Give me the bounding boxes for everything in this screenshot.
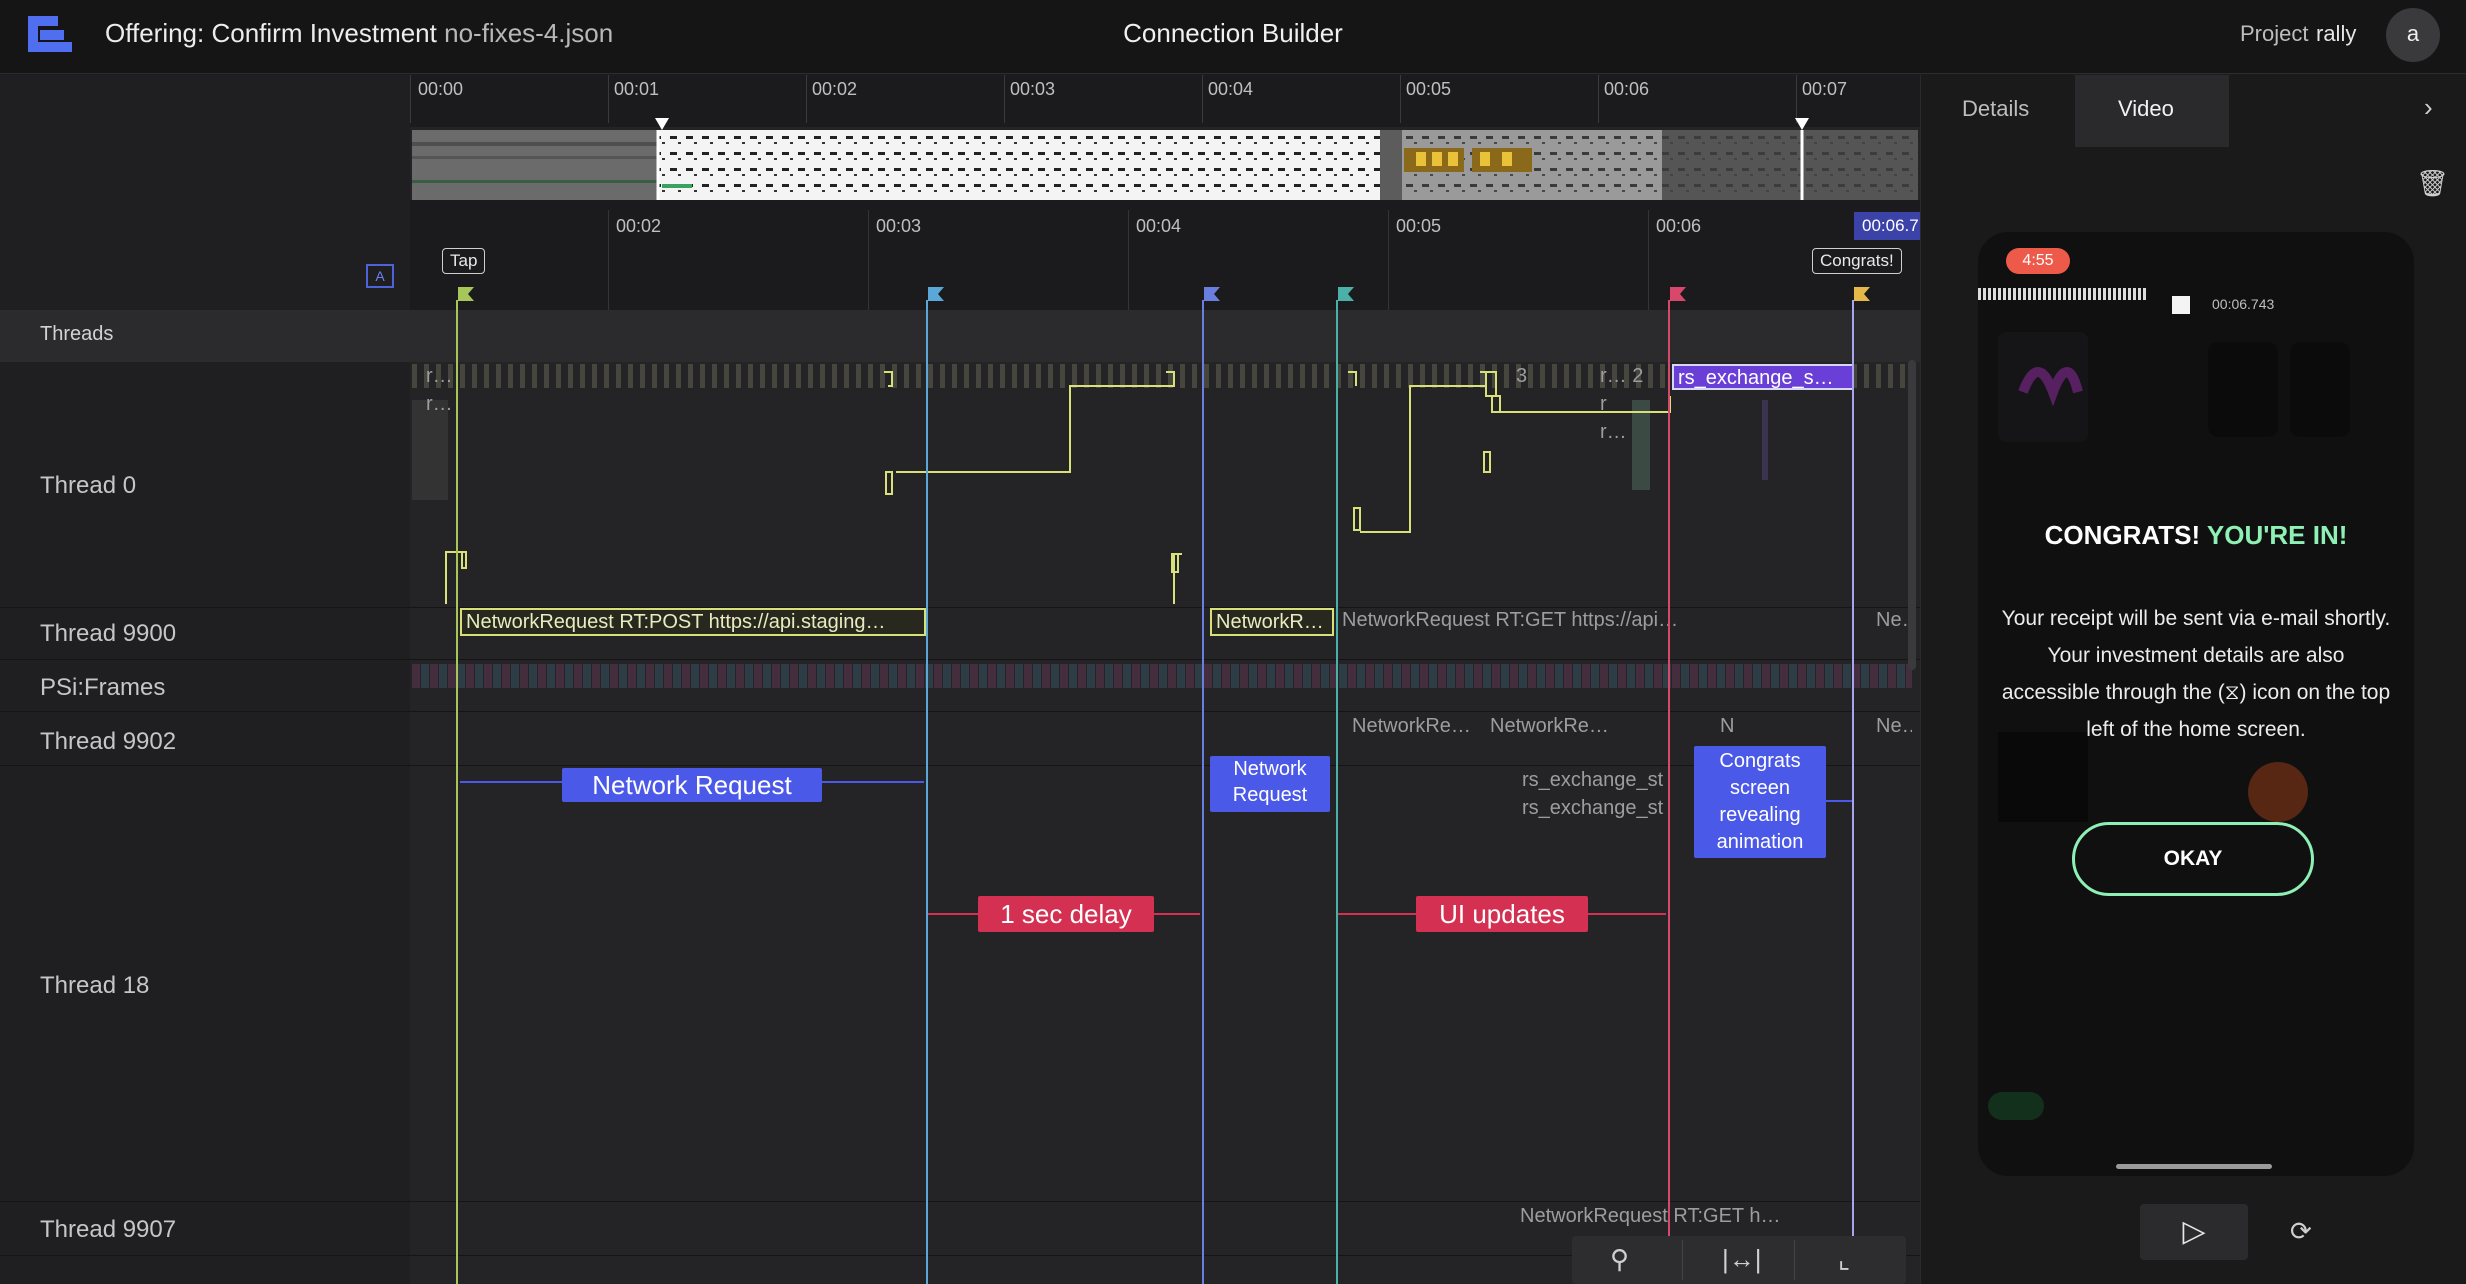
loop-icon[interactable]: ⟳ xyxy=(2290,1216,2312,1247)
video-filmstrip[interactable] xyxy=(412,130,1918,200)
thread9902-slice[interactable]: NetworkRe… xyxy=(1348,714,1482,742)
congrats-flag-icon[interactable] xyxy=(1852,285,1872,305)
marker-flag-icon[interactable] xyxy=(926,285,946,305)
thread0-depth-chart xyxy=(445,371,1671,604)
congrats-span xyxy=(1826,800,1852,802)
marker-line xyxy=(1336,300,1338,1284)
trash-icon[interactable]: 🗑 xyxy=(2416,168,2449,199)
avatar[interactable]: a xyxy=(2386,8,2440,62)
tab-details[interactable]: Details xyxy=(1962,96,2029,122)
thread0-slice[interactable]: r xyxy=(1596,392,1622,416)
page-title-prefix: Offering: Confirm Investment xyxy=(105,18,437,48)
thread9907-slice[interactable]: NetworkRequest RT:GET h… xyxy=(1516,1204,1806,1232)
chevron-right-icon[interactable]: › xyxy=(2424,92,2433,123)
range-end-handle[interactable] xyxy=(1795,118,1809,130)
thread9900-slice[interactable]: NetworkR… xyxy=(1210,608,1334,636)
thread0-slice[interactable]: r… xyxy=(422,392,450,416)
file-name: no-fixes-4.json xyxy=(444,18,614,48)
row-label-psi-frames: PSi:Frames xyxy=(40,674,166,701)
range-start-handle[interactable] xyxy=(655,118,669,130)
project-label: Project xyxy=(2240,21,2309,46)
congrats-marker-line xyxy=(1852,300,1854,1284)
ruler-tick: 00:05 xyxy=(1396,216,1442,236)
thread9902-slice[interactable]: N xyxy=(1716,714,1744,742)
thread0-slice[interactable]: r… 2 xyxy=(1596,364,1646,388)
app-logo-icon[interactable] xyxy=(26,14,74,54)
ruler-tick: 00:02 xyxy=(616,216,662,236)
phone-status-time: 4:55 xyxy=(2006,248,2070,274)
tap-marker[interactable]: Tap xyxy=(442,248,486,274)
marker-flag-icon[interactable] xyxy=(1336,285,1356,305)
marker-line xyxy=(1202,300,1204,1284)
congrats-body: Your receipt will be sent via e-mail sho… xyxy=(2001,607,2391,741)
congrats-marker[interactable]: Congrats! xyxy=(1812,248,1902,274)
okay-button[interactable]: OKAY xyxy=(2072,822,2314,896)
ruler-tick: 00:06 xyxy=(1604,79,1650,99)
thread9900-slice[interactable]: Ne… xyxy=(1872,608,1912,636)
thread-row[interactable] xyxy=(0,712,1920,766)
thread0-slice[interactable]: rs_exchange_s… xyxy=(1672,364,1854,390)
thread9900-slice[interactable]: NetworkRequest RT:GET https://api… xyxy=(1338,608,1718,636)
page-title: Offering: Confirm Investment no-fixes-4.… xyxy=(105,18,613,49)
ui-updates-annotation[interactable]: UI updates xyxy=(1416,896,1588,932)
ruler-tick: 00:00 xyxy=(418,79,464,99)
thread-row[interactable] xyxy=(0,766,1920,1202)
ruler-tick: 00:02 xyxy=(812,79,858,99)
congrats-title: CONGRATS! YOU'RE IN! xyxy=(1978,520,2414,551)
network-request-annotation[interactable]: Network Request xyxy=(562,768,822,802)
marker-line xyxy=(1668,300,1670,1284)
play-icon[interactable]: ▷ xyxy=(2140,1204,2248,1260)
ruler-tick: 00:07 xyxy=(1802,79,1848,99)
frame-checkbox[interactable] xyxy=(2172,296,2190,314)
fit-range-icon[interactable]: |↔| xyxy=(1722,1244,1762,1275)
thread9900-slice[interactable]: NetworkRequest RT:POST https://api.stagi… xyxy=(460,608,926,636)
project-name[interactable]: rally xyxy=(2316,21,2356,47)
marker-flag-icon[interactable] xyxy=(1668,285,1688,305)
zoom-search-icon[interactable]: ⚲ xyxy=(1610,1244,1629,1275)
home-indicator xyxy=(2116,1164,2272,1169)
psi-frames-strip[interactable] xyxy=(412,664,1912,688)
thread9902-slice[interactable]: Ne… xyxy=(1872,714,1912,742)
select-region-icon[interactable]: ⌞ xyxy=(1838,1244,1850,1275)
overview-ruler[interactable]: 00:00 00:01 00:02 00:03 00:04 00:05 00:0… xyxy=(410,75,1920,127)
zoom-ruler[interactable]: 00:02 00:03 00:04 00:05 00:06 xyxy=(410,200,1920,310)
row-label-thread-9900: Thread 9900 xyxy=(40,620,177,647)
ruler-tick: 00:05 xyxy=(1406,79,1452,99)
thread0-slice[interactable]: r… xyxy=(1596,420,1626,444)
delay-annotation[interactable]: 1 sec delay xyxy=(978,896,1154,932)
row-label-thread-18: Thread 18 xyxy=(40,972,150,999)
thread0-slice[interactable]: 3 xyxy=(1512,364,1538,388)
row-label-thread-9902: Thread 9902 xyxy=(40,728,177,755)
tap-marker-line xyxy=(456,300,458,1284)
ruler-tick: 00:04 xyxy=(1208,79,1254,99)
timeline-scrollbar[interactable] xyxy=(1908,360,1916,670)
network-request-annotation-2[interactable]: Network Request xyxy=(1210,756,1330,812)
video-progress-strip[interactable] xyxy=(1978,288,2148,300)
ruler-tick: 00:04 xyxy=(1136,216,1182,236)
congrats-title-white: CONGRATS! xyxy=(2044,520,2201,550)
marker-flag-icon[interactable] xyxy=(1202,285,1222,305)
marker-line xyxy=(926,300,928,1284)
threads-header-label: Threads xyxy=(40,323,114,345)
thread0-slice[interactable]: r… xyxy=(422,364,450,388)
app-title: Connection Builder xyxy=(1123,18,1343,48)
ruler-tick: 00:03 xyxy=(1010,79,1056,99)
current-time-badge: 00:06.7 xyxy=(1854,212,1924,240)
ruler-tick: 00:01 xyxy=(614,79,660,99)
congrats-animation-annotation[interactable]: Congrats screen revealing animation xyxy=(1694,746,1826,858)
ruler-tick: 00:06 xyxy=(1656,216,1702,236)
annotation-toggle-icon[interactable]: A xyxy=(366,264,394,288)
row-label-thread-9907: Thread 9907 xyxy=(40,1216,177,1243)
tab-video[interactable]: Video xyxy=(2118,96,2174,122)
row-label-thread-0: Thread 0 xyxy=(40,472,137,499)
thread9902-slice[interactable]: NetworkRe… xyxy=(1486,714,1620,742)
video-timestamp: 00:06.743 xyxy=(2212,296,2275,312)
ruler-tick: 00:03 xyxy=(876,216,922,236)
threads-header xyxy=(0,310,1920,362)
tap-flag-icon[interactable] xyxy=(456,285,476,305)
congrats-title-accent: YOU'RE IN! xyxy=(2206,520,2348,550)
